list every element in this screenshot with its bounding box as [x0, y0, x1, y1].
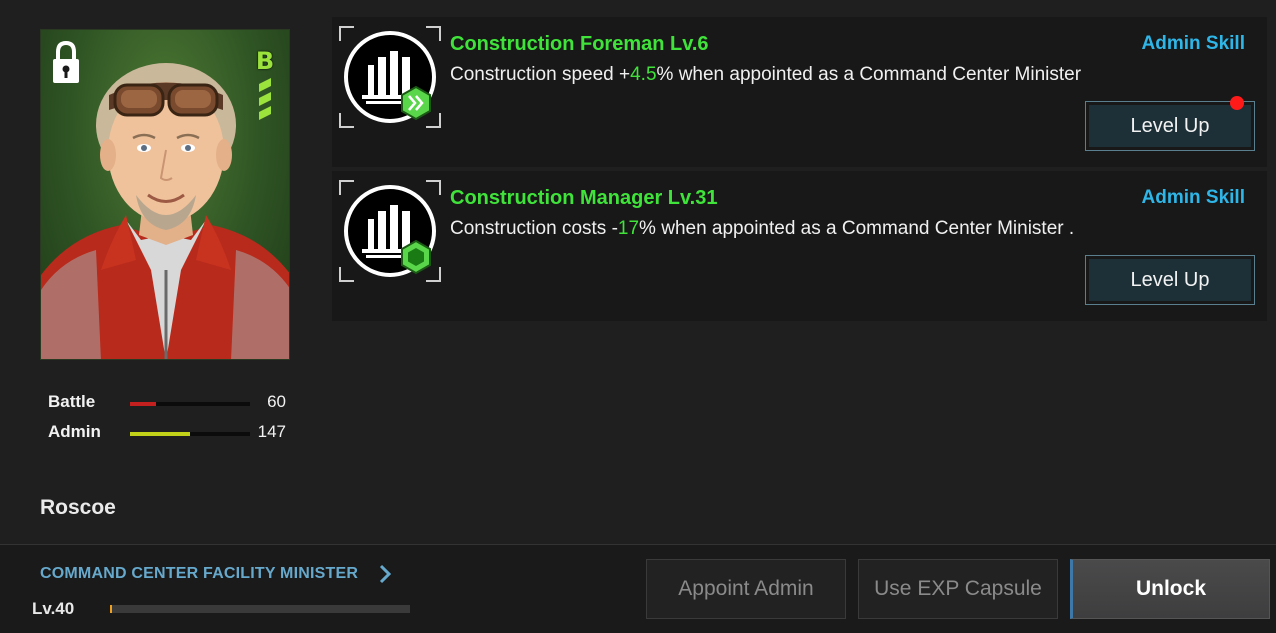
stat-value: 60 [267, 392, 286, 411]
appoint-admin-button[interactable]: Appoint Admin [646, 559, 846, 619]
rank-letter: B [255, 47, 275, 75]
stat-bar-fill [130, 402, 157, 406]
officer-name: Roscoe [40, 496, 116, 519]
exp-progress-bar [110, 605, 410, 613]
skill-description: Construction speed +4.5% when appointed … [450, 64, 1081, 86]
stat-bar-fill [130, 432, 190, 436]
facility-minister-link[interactable]: COMMAND CENTER FACILITY MINISTER [40, 565, 358, 583]
stat-label: Battle [48, 392, 96, 411]
level-up-label: Level Up [1089, 105, 1251, 147]
chevron-right-icon[interactable] [378, 563, 392, 585]
skill-desc-text: Construction costs - [450, 218, 618, 239]
construction-manager-skill-icon[interactable] [338, 179, 442, 283]
rank-stripes-icon [259, 78, 271, 120]
skill-type-label: Admin Skill [1141, 187, 1245, 208]
bottom-bar: COMMAND CENTER FACILITY MINISTER Lv.40 A… [0, 544, 1276, 633]
stat-bar [130, 402, 250, 406]
skill-desc-text: % when appointed as a Command Center Min… [639, 218, 1075, 239]
rank-badge: B [255, 44, 275, 134]
notification-dot [1230, 96, 1244, 110]
stat-row-battle: Battle 60 [48, 392, 288, 414]
stat-label: Admin [48, 422, 101, 441]
stat-bar [130, 432, 250, 436]
skill-title: Construction Manager Lv.31 [450, 187, 718, 209]
stat-value: 147 [257, 422, 286, 441]
skill-title: Construction Foreman Lv.6 [450, 33, 709, 55]
use-exp-capsule-button[interactable]: Use EXP Capsule [858, 559, 1058, 619]
stat-row-admin: Admin 147 [48, 422, 288, 444]
construction-foreman-skill-icon[interactable] [338, 25, 442, 129]
unlock-button[interactable]: Unlock [1070, 559, 1270, 619]
skill-description: Construction costs -17% when appointed a… [450, 218, 1074, 240]
skill-card-construction-foreman: Construction Foreman Lv.6 Admin Skill Co… [332, 17, 1267, 167]
skill-desc-value: 17 [617, 218, 640, 239]
skill-desc-text: % when appointed as a Command Center Min… [656, 64, 1082, 85]
exp-progress-fill [110, 605, 112, 613]
level-up-label: Level Up [1089, 259, 1251, 301]
officer-portrait: B [40, 29, 290, 360]
officer-level: Lv.40 [32, 599, 75, 618]
skill-card-construction-manager: Construction Manager Lv.31 Admin Skill C… [332, 171, 1267, 321]
level-up-button[interactable]: Level Up [1085, 96, 1255, 151]
level-up-button[interactable]: Level Up [1085, 255, 1255, 305]
skill-desc-value: 4.5 [630, 64, 657, 85]
skill-type-label: Admin Skill [1141, 33, 1245, 54]
lock-icon [53, 40, 79, 83]
skill-desc-text: Construction speed + [450, 64, 631, 85]
